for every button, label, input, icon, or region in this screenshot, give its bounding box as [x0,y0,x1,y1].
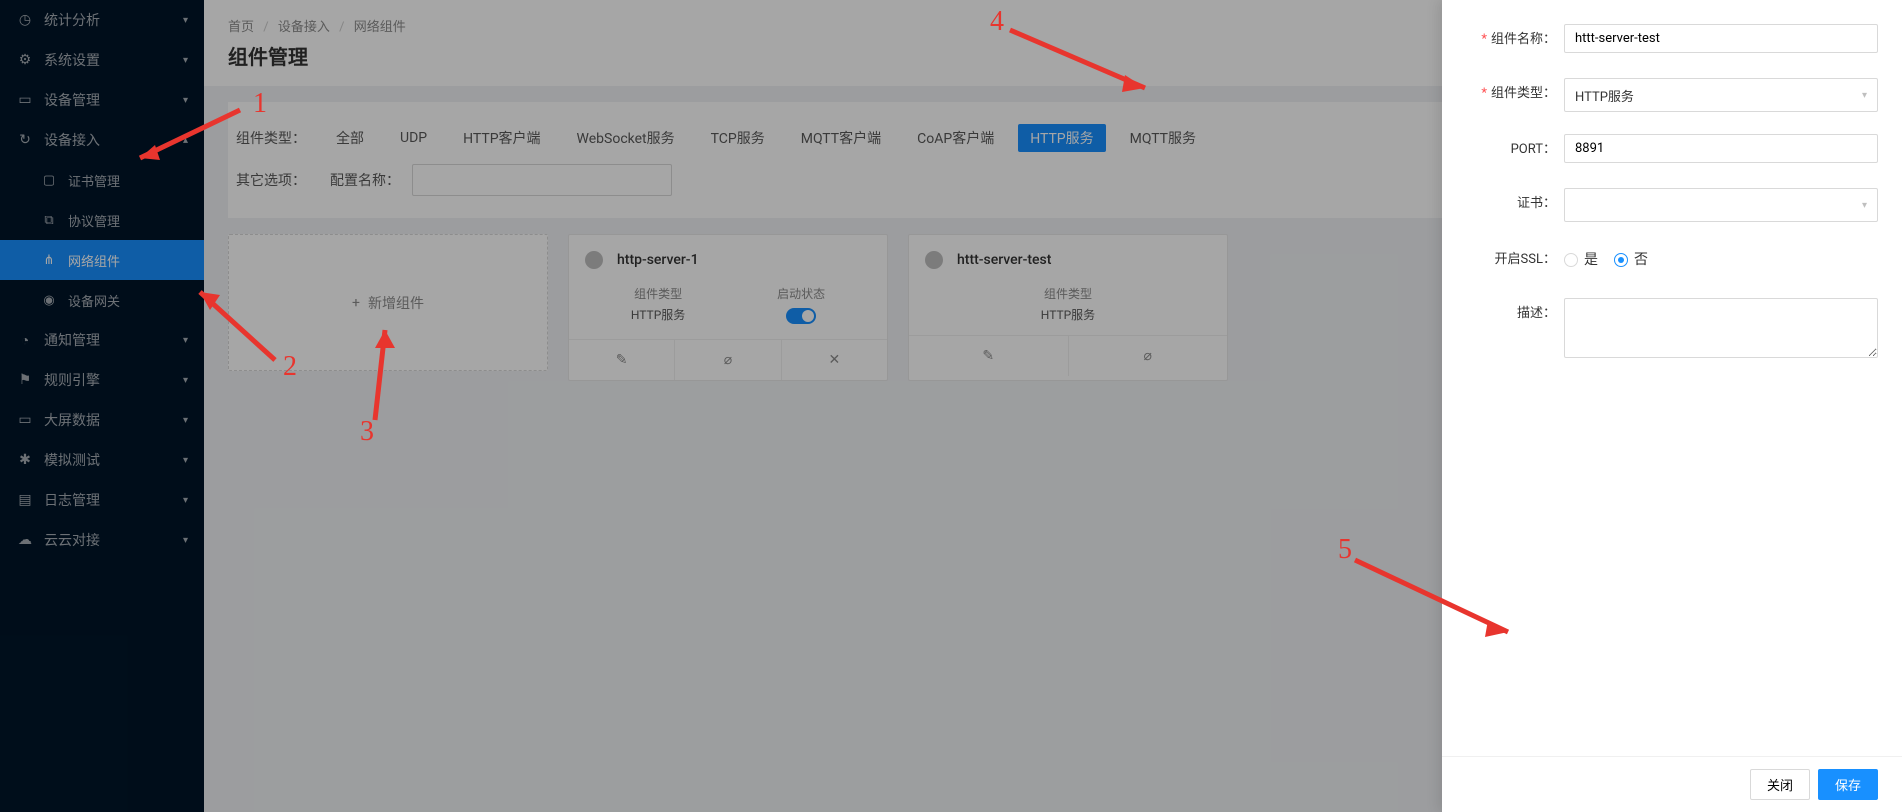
component-type-select[interactable]: HTTP服务 ▾ [1564,78,1878,112]
ssl-radio-group: 是 否 [1564,244,1878,276]
drawer-body: *组件名称： *组件类型： HTTP服务 ▾ PORT： [1442,0,1902,756]
form-row-port: PORT： [1466,134,1878,166]
radio-icon [1614,253,1628,267]
form-control [1564,134,1878,163]
form-desc-label: 描述： [1466,298,1556,330]
app-root: ◷ 统计分析 ▾ ⚙ 系统设置 ▾ ▭ 设备管理 ▾ ↻ 设备接入 ▴ ▢ 证书… [0,0,1902,812]
form-type-label: *组件类型： [1466,78,1556,110]
select-value: HTTP服务 [1575,86,1634,105]
component-name-input[interactable] [1564,24,1878,53]
form-ssl-label: 开启SSL： [1466,244,1556,276]
radio-label: 是 [1584,244,1598,276]
form-port-label: PORT： [1466,134,1556,166]
form-control [1564,298,1878,362]
form-control: HTTP服务 ▾ [1564,78,1878,112]
port-input[interactable] [1564,134,1878,163]
form-name-label: *组件名称： [1466,24,1556,56]
radio-label: 否 [1634,244,1648,276]
description-textarea[interactable] [1564,298,1878,358]
close-button[interactable]: 关闭 [1750,769,1810,800]
form-cert-label: 证书： [1466,188,1556,220]
form-row-ssl: 开启SSL： 是 否 [1466,244,1878,276]
form-row-name: *组件名称： [1466,24,1878,56]
required-mark: * [1481,32,1487,47]
chevron-down-icon: ▾ [1862,200,1867,211]
save-button[interactable]: 保存 [1818,769,1878,800]
drawer: *组件名称： *组件类型： HTTP服务 ▾ PORT： [1442,0,1902,812]
form-control: ▾ [1564,188,1878,222]
cert-select[interactable]: ▾ [1564,188,1878,222]
ssl-radio-yes[interactable]: 是 [1564,244,1598,276]
form-row-desc: 描述： [1466,298,1878,362]
form-control [1564,24,1878,53]
ssl-radio-no[interactable]: 否 [1614,244,1648,276]
chevron-down-icon: ▾ [1862,90,1867,101]
drawer-footer: 关闭 保存 [1442,756,1902,812]
radio-icon [1564,253,1578,267]
form-row-type: *组件类型： HTTP服务 ▾ [1466,78,1878,112]
required-mark: * [1481,86,1487,101]
form-row-cert: 证书： ▾ [1466,188,1878,222]
